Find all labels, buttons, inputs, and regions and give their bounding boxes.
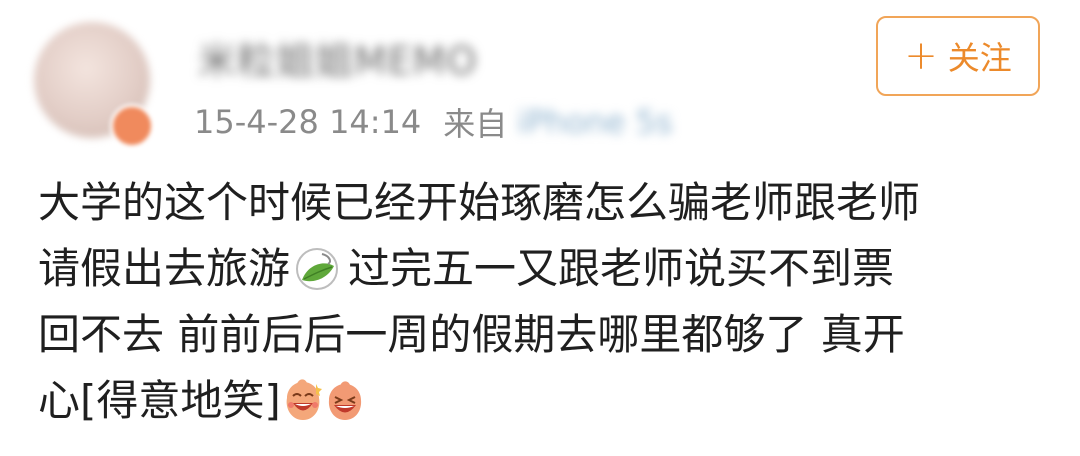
follow-button[interactable]: + 关注 [876,16,1040,96]
username[interactable]: 米粒姐姐MEMO [198,38,478,84]
content-text: 心[得意地笑] [38,376,281,425]
post-content: 大学的这个时候已经开始琢磨怎么骗老师跟老师 请假出去旅游 过完五一又跟老师说买不到… [38,170,1048,434]
content-line: 请假出去旅游 过完五一又跟老师说买不到票 [38,236,1048,302]
plus-icon: + [904,33,938,79]
content-line: 回不去 前前后后一周的假期去哪里都够了 真开 [38,310,905,359]
post-meta: 15-4-28 14:14 来自 iPhone 5s [194,100,673,144]
content-text: 请假出去旅游 [38,244,291,293]
content-text: 过完五一又跟老师说买不到票 [348,244,895,293]
verified-badge-icon [110,104,154,148]
source-device[interactable]: iPhone 5s [517,103,672,141]
follow-button-label: 关注 [947,39,1012,77]
weibo-post: 米粒姐姐MEMO 15-4-28 14:14 来自 iPhone 5s + 关注… [0,0,1080,456]
laughing-face-emoji-icon [283,377,323,423]
content-line: 心[得意地笑] [38,368,1048,434]
source-prefix: 来自 [443,105,508,143]
laughing-face-emoji-icon [325,377,365,423]
post-timestamp: 15-4-28 14:14 [194,103,422,141]
content-line: 大学的这个时候已经开始琢磨怎么骗老师跟老师 [38,178,921,227]
leaf-emoji-icon [294,245,340,291]
